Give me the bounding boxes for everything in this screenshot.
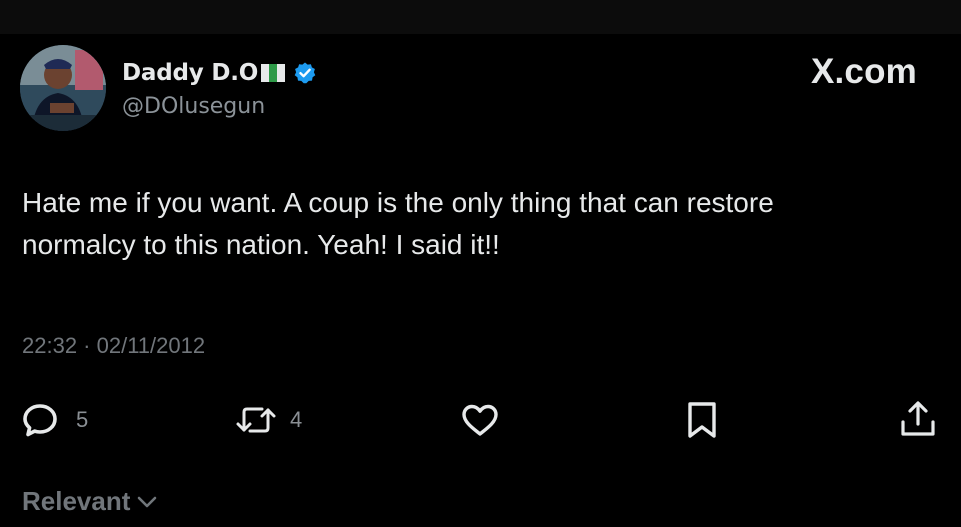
sort-label: Relevant: [22, 486, 131, 516]
tweet-text: Hate me if you want. A coup is the only …: [22, 182, 942, 266]
share-button[interactable]: [896, 398, 940, 442]
tweet-timestamp[interactable]: 22:32 · 02/11/2012: [22, 333, 205, 359]
nigeria-flag-icon: [261, 64, 286, 82]
tweet-text-line: normalcy to this nation. Yeah! I said it…: [22, 229, 500, 260]
verified-badge-icon: [293, 61, 317, 85]
bookmark-button[interactable]: [680, 398, 724, 442]
top-strip: [0, 0, 961, 34]
reply-count: 5: [76, 407, 89, 432]
repost-icon: [234, 398, 278, 442]
like-button[interactable]: [458, 398, 502, 442]
chevron-down-icon: [134, 489, 160, 515]
repost-button[interactable]: 4: [234, 398, 302, 442]
sort-relevant-dropdown[interactable]: Relevant: [22, 486, 160, 517]
tweet-text-line: Hate me if you want. A coup is the only …: [22, 187, 774, 218]
avatar[interactable]: [20, 45, 106, 131]
author-handle[interactable]: @DOlusegun: [122, 94, 265, 119]
heart-icon: [458, 398, 502, 442]
reply-icon: [20, 398, 64, 442]
author-name-row: Daddy D.O: [122, 58, 317, 88]
share-icon: [896, 398, 940, 442]
brand-wordmark: X.com: [810, 52, 917, 91]
reply-button[interactable]: 5: [20, 398, 88, 442]
repost-count: 4: [290, 407, 303, 432]
display-name[interactable]: Daddy D.O: [122, 60, 258, 86]
bookmark-icon: [680, 398, 724, 442]
